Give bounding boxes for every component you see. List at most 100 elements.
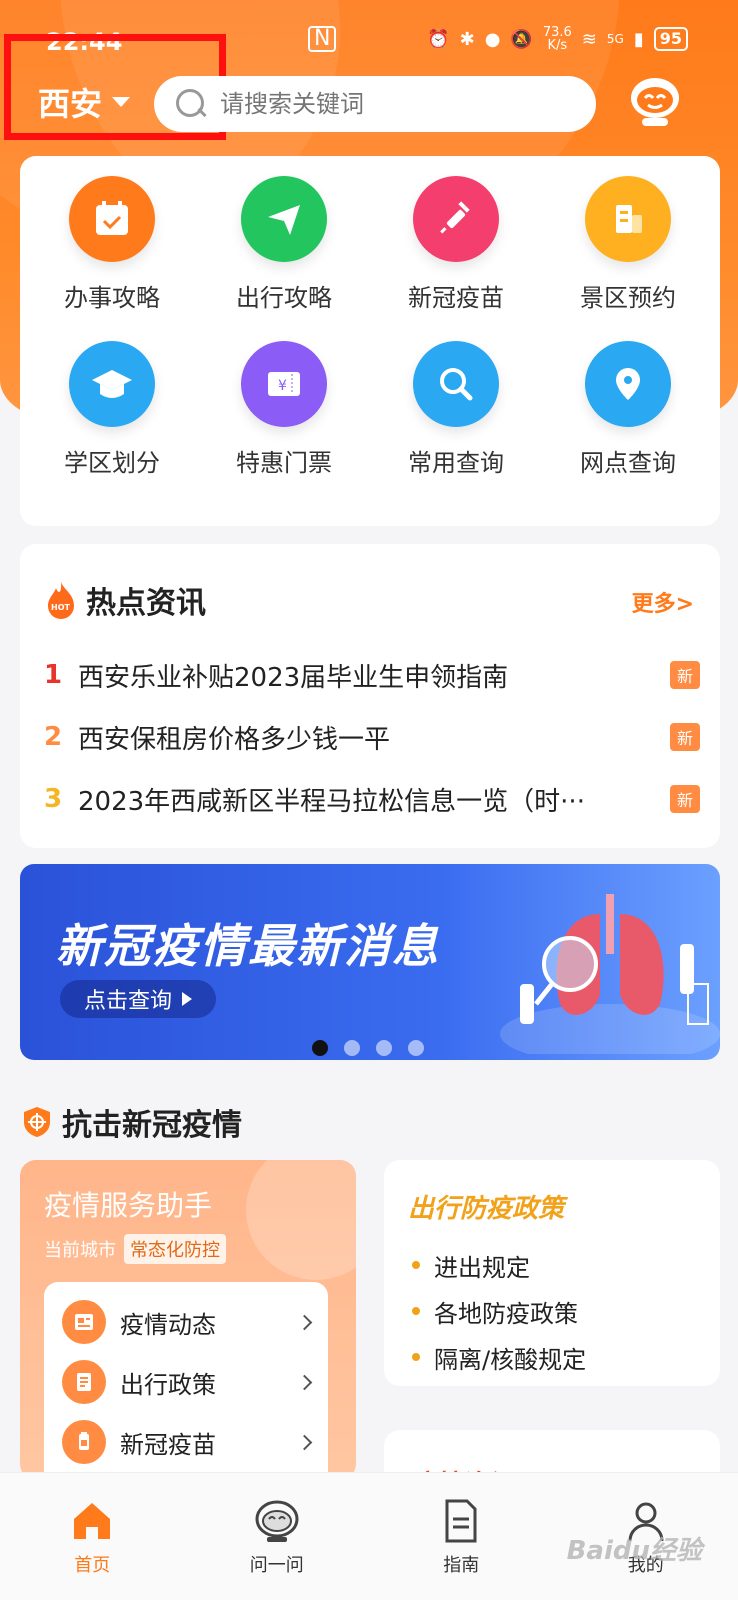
assistant-item-label: 新冠疫苗 [120,1430,216,1459]
fire-hot-icon: HOT [48,582,74,619]
quick-item-label: 常用查询 [408,449,504,477]
news-item[interactable]: 1 西安乐业补贴2023届毕业生申领指南 新 [44,644,700,706]
nfc-icon: N [308,26,337,52]
news-rank: 1 [44,660,63,690]
home-icon [74,1502,111,1539]
policy-item-label: 各地防疫政策 [434,1299,578,1328]
carousel-dot[interactable] [312,1040,328,1056]
carousel-dot[interactable] [344,1040,360,1056]
carousel-indicator [312,1040,424,1056]
caret-down-icon [112,97,131,107]
search-bar[interactable] [154,76,596,132]
robot-assistant-icon[interactable] [626,74,684,130]
syringe-icon [413,176,499,262]
assistant-title: 疫情服务助手 [44,1189,213,1222]
nav-ask[interactable]: 问一问 [217,1497,337,1577]
news-item[interactable]: 2 西安保租房价格多少钱一平 新 [44,706,700,768]
nav-home[interactable]: 首页 [32,1497,152,1577]
shield-icon [24,1107,50,1137]
signal-bars-icon: ▮ [633,28,644,50]
quick-item-label: 特惠门票 [236,449,332,477]
search-input[interactable] [220,90,580,118]
quick-item-school-district[interactable]: 学区划分 [26,341,198,506]
policy-item[interactable]: 隔离/核酸规定 [412,1334,586,1380]
hot-news-more-link[interactable]: 更多> [632,586,694,618]
city-label: 西安 [38,85,103,123]
virus-decoration [246,1160,356,1280]
calendar-check-icon [69,176,155,262]
quick-item-office-guide[interactable]: 办事攻略 [26,176,198,341]
covid-assistant-card: 疫情服务助手 当前城市 常态化防控 疫情动态 出行政策 新冠疫苗 [20,1160,356,1480]
policy-title: 出行防疫政策 [408,1194,565,1224]
assistant-city-row: 当前城市 常态化防控 [44,1234,226,1264]
quick-item-label: 景区预约 [580,284,676,312]
policy-list: 进出规定 各地防疫政策 隔离/核酸规定 [412,1242,586,1380]
battery-icon: 95 [653,27,688,51]
quick-item-common-query[interactable]: 常用查询 [370,341,542,506]
bluetooth-icon: ✱ [459,28,475,50]
policy-item[interactable]: 各地防疫政策 [412,1288,586,1334]
svg-text:HOT: HOT [51,603,70,612]
quick-item-scenic-booking[interactable]: 景区预约 [542,176,714,341]
quick-item-label: 学区划分 [64,449,160,477]
quick-item-discount-tickets[interactable]: ¥ 特惠门票 [198,341,370,506]
magnifier-icon [413,341,499,427]
quick-item-outlet-query[interactable]: 网点查询 [542,341,714,506]
hot-news-header: HOT 热点资讯 [44,578,206,622]
hot-news-title: 热点资讯 [86,586,206,621]
banner-button-label: 点击查询 [83,989,172,1014]
quick-item-label: 办事攻略 [64,284,160,312]
hot-news-list: 1 西安乐业补贴2023届毕业生申领指南 新 2 西安保租房价格多少钱一平 新 … [44,644,700,830]
covid-news-banner[interactable]: 新冠疫情最新消息 点击查询 [20,864,720,1060]
assistant-item-travel-policy[interactable]: 出行政策 [62,1352,313,1412]
lungs-illustration [500,894,720,1054]
robot-icon [255,1500,299,1542]
quick-item-label: 新冠疫苗 [408,284,504,312]
assistant-item-vaccine[interactable]: 新冠疫苗 [62,1412,313,1472]
graduation-cap-icon [69,341,155,427]
alarm-icon: ⏰ [427,28,450,50]
play-arrow-icon [182,992,192,1006]
assistant-menu: 疫情动态 出行政策 新冠疫苗 [44,1282,328,1480]
assistant-item-epidemic-news[interactable]: 疫情动态 [62,1292,313,1352]
chevron-right-icon [296,1434,313,1450]
chevron-right-icon [296,1314,313,1330]
assistant-item-label: 出行政策 [120,1370,216,1399]
quick-item-vaccine[interactable]: 新冠疫苗 [370,176,542,341]
nav-guide[interactable]: 指南 [401,1497,521,1577]
watermark: Baidu经验 [566,1536,702,1566]
policy-item-label: 隔离/核酸规定 [434,1345,587,1374]
banner-title: 新冠疫情最新消息 [56,919,440,973]
policy-item[interactable]: 进出规定 [412,1242,586,1288]
banner-query-button[interactable]: 点击查询 [60,980,216,1018]
new-badge: 新 [670,661,700,689]
wifi-icon: ≋ [581,28,597,50]
status-bar: 22:44 N ⏰ ✱ ● 🔕 73.6 K/s ≋ 5G ▮ 95 [0,0,738,80]
new-badge: 新 [670,785,700,813]
net-speed: 73.6 K/s [542,25,572,53]
paper-plane-icon [241,176,327,262]
current-city-label: 当前城市 [44,1240,116,1261]
carousel-dot[interactable] [408,1040,424,1056]
news-headline: 西安乐业补贴2023届毕业生申领指南 [78,662,509,693]
location-pin-icon [585,341,671,427]
nav-label: 问一问 [249,1554,304,1576]
quick-services-grid: 办事攻略 出行攻略 新冠疫苗 景区预约 学区划分 ¥ 特惠门票 常用查询 网点查… [20,156,720,526]
news-headline: 西安保租房价格多少钱一平 [78,724,391,755]
status-time: 22:44 [46,28,123,56]
location-icon: ● [484,28,501,50]
travel-policy-card[interactable]: 出行防疫政策 进出规定 各地防疫政策 隔离/核酸规定 [384,1160,720,1386]
quick-item-label: 出行攻略 [236,284,332,312]
building-icon [585,176,671,262]
nav-label: 首页 [74,1554,111,1576]
chevron-right-icon [296,1374,313,1390]
assistant-item-label: 疫情动态 [120,1310,216,1339]
quick-item-travel-guide[interactable]: 出行攻略 [198,176,370,341]
notebook-icon [62,1360,106,1404]
vaccine-icon [62,1420,106,1464]
ticket-icon: ¥ [241,341,327,427]
news-item[interactable]: 3 2023年西咸新区半程马拉松信息一览（时··· 新 [44,768,700,830]
carousel-dot[interactable] [376,1040,392,1056]
document-icon [445,1499,477,1542]
city-selector[interactable]: 西安 [38,80,131,124]
